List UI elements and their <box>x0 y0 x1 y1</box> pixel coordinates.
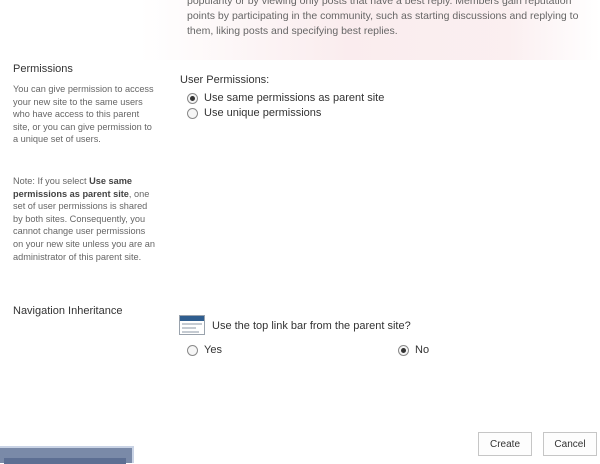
radio-label: Use unique permissions <box>204 107 322 119</box>
radio-unique-permissions[interactable]: Use unique permissions <box>187 107 321 119</box>
note-suffix: , one set of user permissions is shared … <box>13 188 155 262</box>
taskbar-window[interactable] <box>0 446 134 464</box>
description-line: them, liking posts and specifying best r… <box>187 25 398 37</box>
radio-nav-no[interactable]: No <box>398 344 429 356</box>
top-link-bar-question: Use the top link bar from the parent sit… <box>212 320 411 332</box>
radio-label: Use same permissions as parent site <box>204 92 385 104</box>
user-permissions-label: User Permissions: <box>180 74 270 86</box>
taskbar-window-inner <box>4 458 126 464</box>
description-line: points by participating in the community… <box>187 10 579 22</box>
community-description: popularity or by viewing only posts that… <box>187 0 582 39</box>
top-link-bar-icon <box>179 315 205 335</box>
radio-button[interactable] <box>187 344 198 356</box>
radio-same-permissions[interactable]: Use same permissions as parent site <box>187 92 384 104</box>
cancel-button[interactable]: Cancel <box>543 432 597 456</box>
permissions-title: Permissions <box>13 63 73 75</box>
permissions-note: Note: If you select Use same permissions… <box>13 175 158 263</box>
note-prefix: Note: If you select <box>13 176 90 186</box>
radio-button[interactable] <box>187 107 198 119</box>
create-button[interactable]: Create <box>478 432 532 456</box>
radio-label: Yes <box>204 344 222 356</box>
radio-button-selected[interactable] <box>187 92 198 104</box>
description-line: popularity or by viewing only posts that… <box>187 0 572 7</box>
radio-nav-yes[interactable]: Yes <box>187 344 222 356</box>
radio-label: No <box>415 344 430 356</box>
radio-button-selected[interactable] <box>398 344 409 356</box>
navigation-inheritance-title: Navigation Inheritance <box>13 305 123 317</box>
permissions-description: You can give permission to access your n… <box>13 84 154 145</box>
